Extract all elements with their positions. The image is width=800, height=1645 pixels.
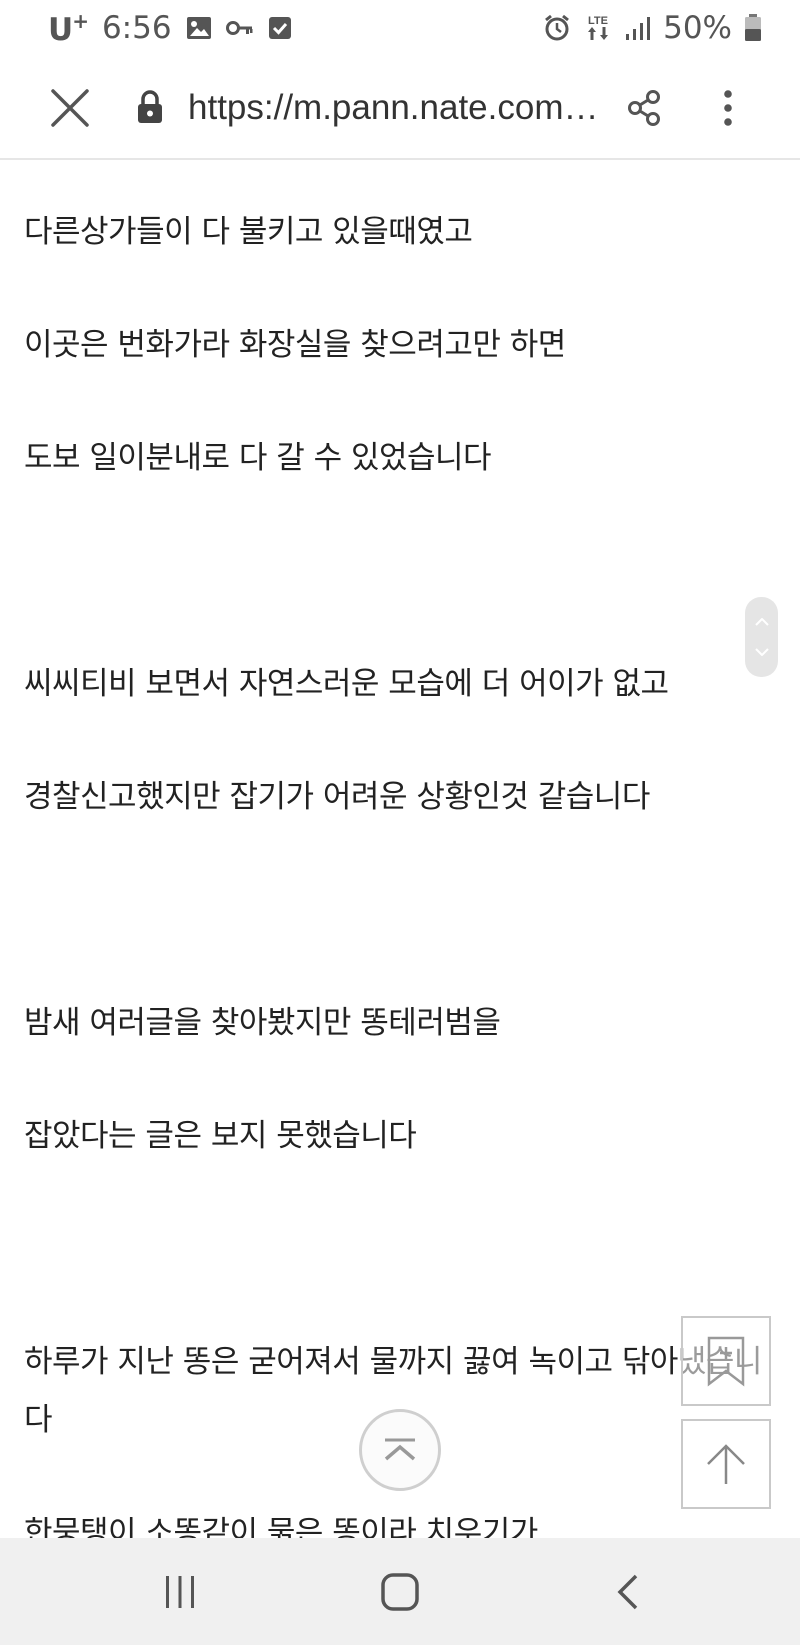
more-vert-icon [724,90,732,126]
carrier-label: U+ [48,8,89,48]
chevron-down-icon [754,647,769,656]
article-line: 잡았다는 글은 보지 못했습니다 [24,1118,417,1154]
image-icon [186,17,211,39]
status-right: LTE 50% [543,8,762,48]
home-button[interactable] [372,1564,428,1620]
article-line: 하루가 지난 똥은 굳어져서 물까지 끓여 녹이고 닦아냈습니 [24,1344,762,1380]
article-line: 한뭉탱이 소똥같이 묽은 똥이라 치우기가 [24,1515,538,1538]
back-button[interactable] [600,1564,656,1620]
lte-icon: LTE [588,15,609,40]
scroll-top-button[interactable] [681,1419,771,1509]
article-line: 다른상가들이 다 불키고 있을때였고 [24,214,473,250]
status-time: 6:56 [101,10,172,46]
lock-icon [138,90,162,123]
chevron-up-icon [754,618,769,627]
arrow-up-icon [707,1444,745,1484]
share-icon [628,90,660,126]
recent-apps-button[interactable] [152,1564,208,1620]
article-line: 밤새 여러글을 찾아봤지만 똥테러범을 [24,1005,501,1041]
scroll-handle[interactable] [745,597,778,677]
alarm-icon [545,14,570,41]
address-bar-url[interactable]: https://m.pann.nate.com/talk [188,80,608,136]
back-icon [617,1574,638,1610]
article-line: 도보 일이분내로 다 갈 수 있었습니다 [24,440,492,476]
article-line: 경찰신고했지만 잡기가 어려운 상황인것 같습니다 [24,779,650,815]
navigation-bar [0,1538,800,1645]
battery-icon [745,14,761,41]
share-button[interactable] [620,84,668,132]
fold-up-button[interactable] [359,1409,441,1491]
lte-label: LTE [588,15,608,27]
article-line: 씨씨티비 보면서 자연스러운 모습에 더 어이가 없고 [24,666,669,702]
bookmark-add-icon [707,1336,745,1387]
close-button[interactable] [44,82,96,134]
fold-up-icon [384,1438,416,1461]
close-icon [51,89,89,127]
more-options-button[interactable] [706,82,750,134]
article-line: 이곳은 번화가라 화장실을 찾으려고만 하면 [24,327,566,363]
checkbox-icon [268,17,291,39]
browser-toolbar: https://m.pann.nate.com/talk [0,56,800,160]
carrier-name: U [48,11,73,48]
carrier-sup: + [72,8,89,33]
status-left: U+ 6:56 [48,8,292,48]
signal-icon [626,17,651,40]
recent-apps-icon [166,1576,194,1608]
status-bar: U+ 6:56 LTE 50% [0,0,800,56]
article-content: 다른상가들이 다 불키고 있을때였고 이곳은 번화가라 화장실을 찾으려고만 하… [0,162,800,1538]
key-icon [225,21,253,35]
article-line: 다 [24,1402,53,1438]
battery-percent: 50% [663,10,732,46]
home-icon [381,1573,419,1611]
bookmark-button[interactable] [681,1316,771,1406]
